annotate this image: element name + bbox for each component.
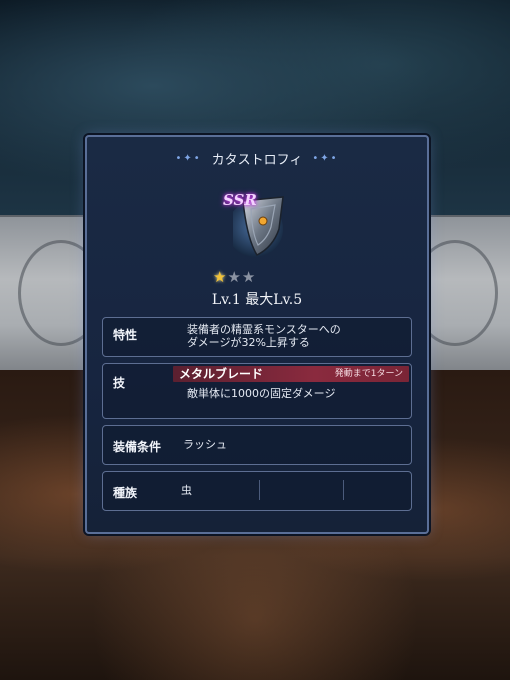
title-deco-right: •✦• bbox=[312, 152, 339, 164]
star-icon: ★ bbox=[227, 268, 241, 286]
species-label: 種族 bbox=[113, 486, 138, 500]
species-box: 種族 虫 bbox=[102, 471, 412, 511]
rarity-badge: SSR bbox=[223, 191, 257, 209]
species-divider bbox=[259, 480, 260, 500]
item-title: カタストロフィ bbox=[211, 152, 303, 168]
star-icon: ★ bbox=[241, 268, 256, 286]
equip-condition-label: 装備条件 bbox=[113, 440, 162, 454]
level-text: Lv.1 最大Lv.5 bbox=[211, 292, 303, 308]
item-icon-wrap: SSR bbox=[223, 187, 293, 267]
skill-label: 技 bbox=[113, 376, 126, 390]
equip-condition-box: 装備条件 ラッシュ bbox=[102, 425, 412, 465]
skill-name: メタルブレード bbox=[179, 367, 264, 381]
traits-line-1: 装備者の精霊系モンスターへの bbox=[187, 323, 341, 336]
skill-cooldown: 発動まで1ターン bbox=[334, 369, 403, 379]
skill-box: 技 メタルブレード 発動まで1ターン 敵単体に1000の固定ダメージ bbox=[102, 363, 412, 419]
species-value: 虫 bbox=[181, 484, 192, 497]
traits-box: 特性 装備者の精霊系モンスターへの ダメージが32%上昇する bbox=[102, 317, 412, 357]
star-rating: ★ ★ ★ bbox=[213, 270, 255, 285]
species-divider bbox=[343, 480, 344, 500]
skill-header-bar: メタルブレード 発動まで1ターン bbox=[173, 366, 409, 382]
item-detail-panel: •✦• カタストロフィ •✦• SSR ★ ★ ★ Lv.1 最大Lv.5 特性… bbox=[85, 135, 429, 534]
title-deco-left: •✦• bbox=[175, 152, 202, 164]
title-row: •✦• カタストロフィ •✦• bbox=[87, 145, 427, 171]
equip-condition-value: ラッシュ bbox=[183, 438, 227, 451]
star-icon: ★ bbox=[213, 268, 227, 286]
skill-description: 敵単体に1000の固定ダメージ bbox=[187, 387, 336, 400]
traits-label: 特性 bbox=[113, 328, 138, 342]
traits-line-2: ダメージが32%上昇する bbox=[187, 336, 310, 349]
